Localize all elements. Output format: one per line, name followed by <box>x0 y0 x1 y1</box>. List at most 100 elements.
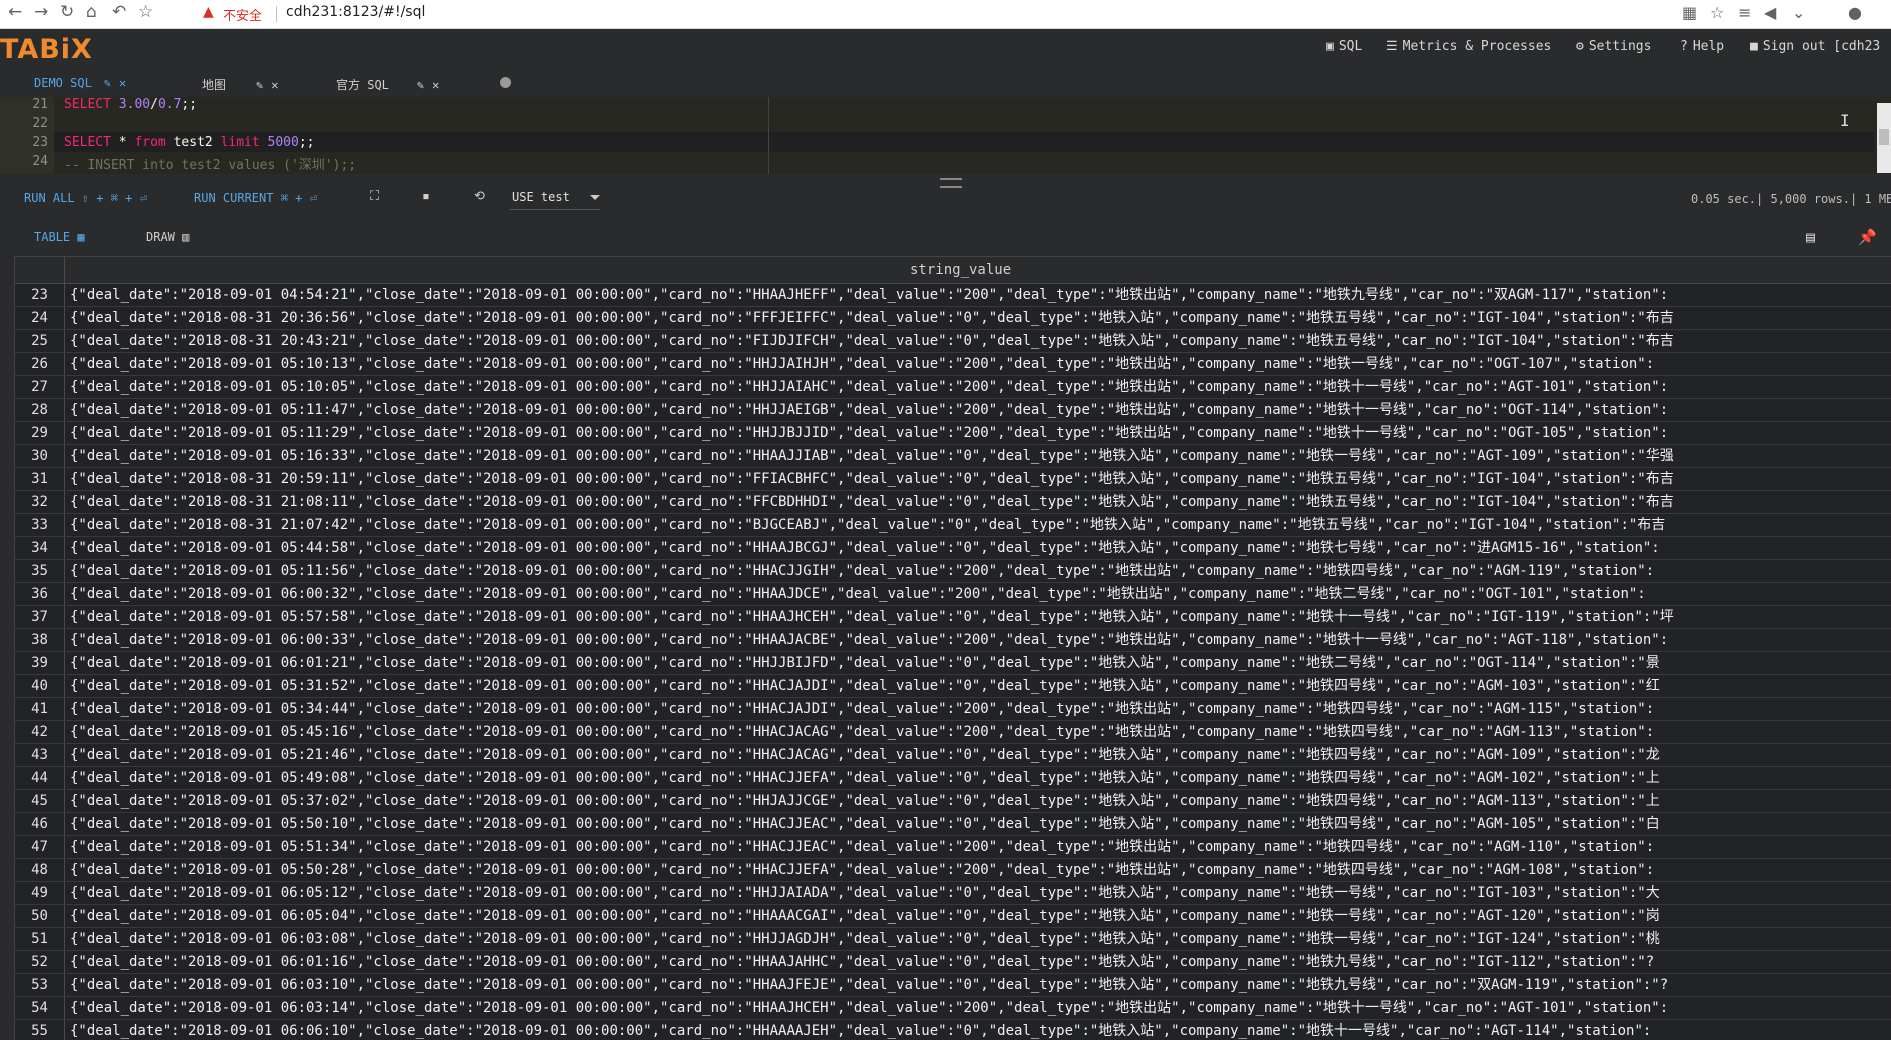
table-row[interactable]: 30 {"deal_date":"2018-09-01 05:16:33","cl… <box>15 445 1891 468</box>
history-icon[interactable]: ⟲ <box>474 189 485 204</box>
cell-value[interactable]: {"deal_date":"2018-09-01 06:01:16","clos… <box>70 951 1654 973</box>
nav-signout[interactable]: ■ Sign out [cdh23 <box>1750 39 1880 54</box>
tab-draw[interactable]: DRAW ▥ <box>146 230 189 244</box>
cell-value[interactable]: {"deal_date":"2018-08-31 20:43:21","clos… <box>70 330 1674 352</box>
cell-value[interactable]: {"deal_date":"2018-09-01 06:00:33","clos… <box>70 629 1668 651</box>
table-row[interactable]: 55 {"deal_date":"2018-09-01 06:06:10","cl… <box>15 1020 1891 1040</box>
table-row[interactable]: 54 {"deal_date":"2018-09-01 06:03:14","cl… <box>15 997 1891 1020</box>
nav-settings[interactable]: ⚙ Settings <box>1576 39 1651 54</box>
editor-scrollbar[interactable] <box>1877 103 1891 173</box>
cell-value[interactable]: {"deal_date":"2018-09-01 06:03:14","clos… <box>70 997 1668 1019</box>
column-header[interactable]: string_value <box>910 262 1011 278</box>
table-row[interactable]: 43 {"deal_date":"2018-09-01 05:21:46","cl… <box>15 744 1891 767</box>
run-current-button[interactable]: RUN CURRENT ⌘ + ⏎ <box>194 191 317 205</box>
cell-value[interactable]: {"deal_date":"2018-09-01 05:45:16","clos… <box>70 721 1654 743</box>
cell-value[interactable]: {"deal_date":"2018-09-01 05:11:29","clos… <box>70 422 1668 444</box>
back-icon[interactable]: ← <box>8 2 22 22</box>
close-icon[interactable]: ✕ <box>271 78 278 92</box>
cell-value[interactable]: {"deal_date":"2018-09-01 04:54:21","clos… <box>70 284 1668 306</box>
cell-value[interactable]: {"deal_date":"2018-09-01 06:00:32","clos… <box>70 583 1646 605</box>
chevron-down-icon[interactable]: ⌄ <box>1792 3 1805 22</box>
cell-value[interactable]: {"deal_date":"2018-09-01 05:21:46","clos… <box>70 744 1660 766</box>
table-row[interactable]: 33 {"deal_date":"2018-08-31 21:07:42","cl… <box>15 514 1891 537</box>
export-icon[interactable]: ▤ <box>1806 228 1815 246</box>
tab-map[interactable]: 地图 ✎ ✕ <box>202 76 278 93</box>
undo-icon[interactable]: ↶ <box>112 2 126 22</box>
table-row[interactable]: 50 {"deal_date":"2018-09-01 06:05:04","cl… <box>15 905 1891 928</box>
table-row[interactable]: 40 {"deal_date":"2018-09-01 05:31:52","cl… <box>15 675 1891 698</box>
table-row[interactable]: 35 {"deal_date":"2018-09-01 05:11:56","cl… <box>15 560 1891 583</box>
table-row[interactable]: 32 {"deal_date":"2018-08-31 21:08:11","cl… <box>15 491 1891 514</box>
home-icon[interactable]: ⌂ <box>86 2 97 22</box>
cell-value[interactable]: {"deal_date":"2018-09-01 06:05:04","clos… <box>70 905 1660 927</box>
cell-value[interactable]: {"deal_date":"2018-08-31 21:08:11","clos… <box>70 491 1674 513</box>
nav-sql[interactable]: ▣ SQL <box>1326 39 1362 54</box>
table-row[interactable]: 44 {"deal_date":"2018-09-01 05:49:08","cl… <box>15 767 1891 790</box>
table-row[interactable]: 52 {"deal_date":"2018-09-01 06:01:16","cl… <box>15 951 1891 974</box>
close-icon[interactable]: ✕ <box>432 78 439 92</box>
cell-value[interactable]: {"deal_date":"2018-09-01 05:11:47","clos… <box>70 399 1668 421</box>
sql-editor[interactable]: 21 22 23 24 SELECT 3.00/0.7;; SELECT * f… <box>0 97 1891 174</box>
table-row[interactable]: 45 {"deal_date":"2018-09-01 05:37:02","cl… <box>15 790 1891 813</box>
database-select[interactable]: USE test <box>510 187 600 210</box>
table-row[interactable]: 49 {"deal_date":"2018-09-01 06:05:12","cl… <box>15 882 1891 905</box>
pencil-icon[interactable]: ✎ <box>104 76 111 90</box>
table-row[interactable]: 47 {"deal_date":"2018-09-01 05:51:34","cl… <box>15 836 1891 859</box>
cell-value[interactable]: {"deal_date":"2018-08-31 21:07:42","clos… <box>70 514 1665 536</box>
tab-table[interactable]: TABLE ▦ <box>34 230 85 244</box>
table-row[interactable]: 51 {"deal_date":"2018-09-01 06:03:08","cl… <box>15 928 1891 951</box>
table-row[interactable]: 38 {"deal_date":"2018-09-01 06:00:33","cl… <box>15 629 1891 652</box>
resize-handle[interactable] <box>940 178 962 188</box>
cell-value[interactable]: {"deal_date":"2018-09-01 05:31:52","clos… <box>70 675 1660 697</box>
star-icon[interactable]: ☆ <box>1710 3 1724 22</box>
tab-demo-sql[interactable]: DEMO SQL ✎ ✕ <box>34 76 126 90</box>
cell-value[interactable]: {"deal_date":"2018-09-01 05:10:13","clos… <box>70 353 1654 375</box>
table-row[interactable]: 34 {"deal_date":"2018-09-01 05:44:58","cl… <box>15 537 1891 560</box>
qr-icon[interactable]: ▦ <box>1682 3 1697 22</box>
cell-value[interactable]: {"deal_date":"2018-09-01 05:57:58","clos… <box>70 606 1674 628</box>
cell-value[interactable]: {"deal_date":"2018-08-31 20:36:56","clos… <box>70 307 1674 329</box>
save-icon[interactable]: ▪ <box>422 189 430 204</box>
table-row[interactable]: 29 {"deal_date":"2018-09-01 05:11:29","cl… <box>15 422 1891 445</box>
cell-value[interactable]: {"deal_date":"2018-09-01 05:37:02","clos… <box>70 790 1660 812</box>
table-row[interactable]: 41 {"deal_date":"2018-09-01 05:34:44","cl… <box>15 698 1891 721</box>
tab-official-sql[interactable]: 官方 SQL ✎ ✕ <box>336 76 439 93</box>
forward-icon[interactable]: → <box>34 2 48 22</box>
table-row[interactable]: 48 {"deal_date":"2018-09-01 05:50:28","cl… <box>15 859 1891 882</box>
pencil-icon[interactable]: ✎ <box>256 78 263 92</box>
cell-value[interactable]: {"deal_date":"2018-09-01 05:50:10","clos… <box>70 813 1660 835</box>
cell-value[interactable]: {"deal_date":"2018-09-01 05:10:05","clos… <box>70 376 1668 398</box>
fullscreen-icon[interactable]: ⛶ <box>370 189 379 204</box>
cell-value[interactable]: {"deal_date":"2018-09-01 05:51:34","clos… <box>70 836 1654 858</box>
table-row[interactable]: 27 {"deal_date":"2018-09-01 05:10:05","cl… <box>15 376 1891 399</box>
table-row[interactable]: 23 {"deal_date":"2018-09-01 04:54:21","cl… <box>15 284 1891 307</box>
cell-value[interactable]: {"deal_date":"2018-09-01 06:06:10","clos… <box>70 1020 1651 1040</box>
table-row[interactable]: 26 {"deal_date":"2018-09-01 05:10:13","cl… <box>15 353 1891 376</box>
table-row[interactable]: 36 {"deal_date":"2018-09-01 06:00:32","cl… <box>15 583 1891 606</box>
result-grid[interactable]: string_value 23 {"deal_date":"2018-09-01 … <box>14 256 1891 1040</box>
cell-value[interactable]: {"deal_date":"2018-09-01 06:01:21","clos… <box>70 652 1660 674</box>
table-row[interactable]: 46 {"deal_date":"2018-09-01 05:50:10","cl… <box>15 813 1891 836</box>
table-row[interactable]: 28 {"deal_date":"2018-09-01 05:11:47","cl… <box>15 399 1891 422</box>
scroll-thumb[interactable] <box>1879 129 1889 145</box>
reading-list-icon[interactable]: ≡ <box>1738 3 1751 22</box>
table-row[interactable]: 39 {"deal_date":"2018-09-01 06:01:21","cl… <box>15 652 1891 675</box>
table-row[interactable]: 24 {"deal_date":"2018-08-31 20:36:56","cl… <box>15 307 1891 330</box>
bookmark-star-icon[interactable]: ☆ <box>138 2 153 22</box>
table-row[interactable]: 42 {"deal_date":"2018-09-01 05:45:16","cl… <box>15 721 1891 744</box>
cell-value[interactable]: {"deal_date":"2018-09-01 05:11:56","clos… <box>70 560 1654 582</box>
cell-value[interactable]: {"deal_date":"2018-09-01 05:34:44","clos… <box>70 698 1654 720</box>
table-row[interactable]: 53 {"deal_date":"2018-09-01 06:03:10","cl… <box>15 974 1891 997</box>
table-row[interactable]: 31 {"deal_date":"2018-08-31 20:59:11","cl… <box>15 468 1891 491</box>
reload-icon[interactable]: ↻ <box>60 2 74 22</box>
cell-value[interactable]: {"deal_date":"2018-09-01 05:49:08","clos… <box>70 767 1660 789</box>
cell-value[interactable]: {"deal_date":"2018-09-01 05:44:58","clos… <box>70 537 1660 559</box>
add-tab-icon[interactable] <box>500 77 511 88</box>
nav-help[interactable]: ? Help <box>1680 39 1724 54</box>
run-all-button[interactable]: RUN ALL ⇧ + ⌘ + ⏎ <box>24 191 147 205</box>
table-row[interactable]: 37 {"deal_date":"2018-09-01 05:57:58","cl… <box>15 606 1891 629</box>
pencil-icon[interactable]: ✎ <box>417 78 424 92</box>
cell-value[interactable]: {"deal_date":"2018-08-31 20:59:11","clos… <box>70 468 1674 490</box>
cell-value[interactable]: {"deal_date":"2018-09-01 06:05:12","clos… <box>70 882 1660 904</box>
cell-value[interactable]: {"deal_date":"2018-09-01 06:03:10","clos… <box>70 974 1668 996</box>
